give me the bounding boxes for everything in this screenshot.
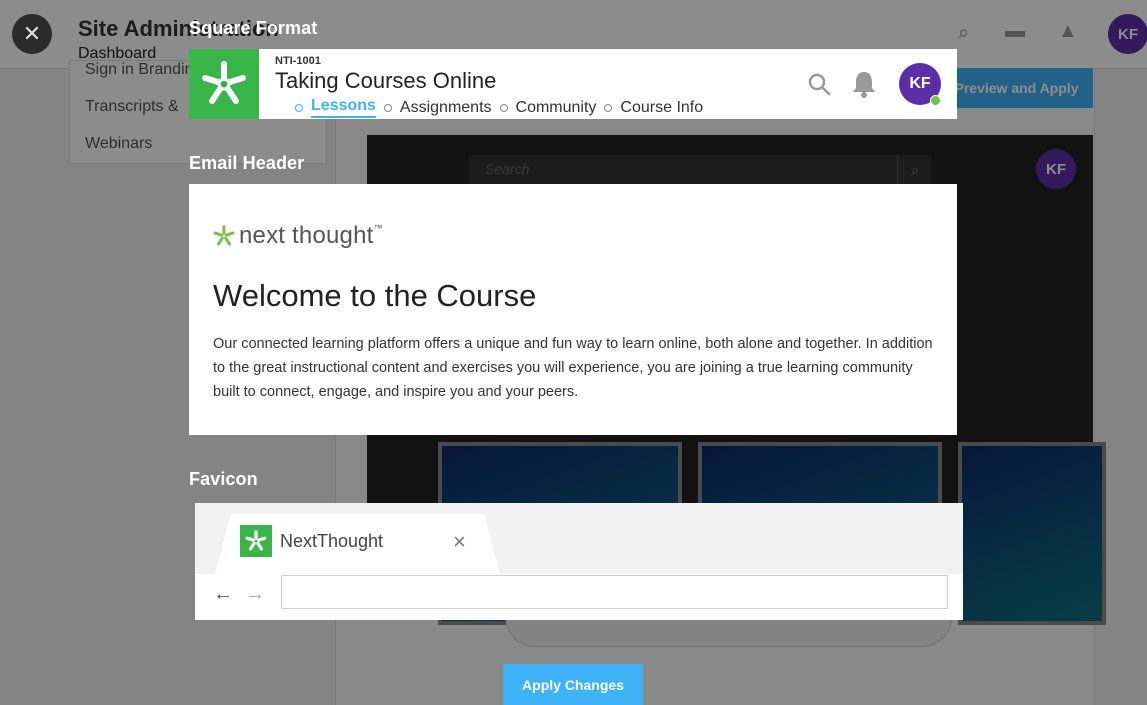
tab-assignments[interactable]: Assignments	[400, 99, 492, 117]
favicon-label: Favicon	[189, 469, 258, 489]
tab-course-info[interactable]: Course Info	[620, 99, 703, 117]
address-bar	[281, 575, 948, 609]
course-title: Taking Courses Online	[275, 68, 497, 93]
asterisk-logo-icon	[213, 225, 235, 246]
square-format-label: Square Format	[189, 18, 318, 38]
online-status-dot	[930, 95, 941, 106]
course-code: NTI-1001	[275, 55, 321, 67]
favicon-image	[240, 525, 272, 557]
trademark-mark: ™	[373, 223, 383, 233]
search-icon[interactable]	[807, 72, 831, 96]
brand-logo-square	[189, 49, 259, 119]
tab-lessons[interactable]: Lessons	[311, 97, 376, 118]
email-body-text: Our connected learning platform offers a…	[213, 336, 933, 400]
apply-changes-button[interactable]: Apply Changes	[503, 664, 643, 705]
forward-arrow-icon: →	[245, 583, 265, 605]
email-logo-text: next thought	[239, 222, 374, 249]
asterisk-logo-icon	[245, 530, 267, 551]
back-arrow-icon: ←	[213, 583, 233, 605]
close-button[interactable]: ✕	[12, 14, 52, 54]
email-header-label: Email Header	[189, 153, 305, 173]
nav-bullet-icon	[499, 103, 508, 112]
email-logo: next thought ™	[213, 222, 383, 250]
nav-bullet-icon	[383, 103, 392, 112]
asterisk-logo-icon	[202, 61, 246, 104]
bell-icon[interactable]	[851, 70, 877, 98]
email-heading: Welcome to the Course	[213, 278, 537, 313]
close-icon: ✕	[22, 21, 42, 46]
tab-close-icon: ×	[453, 529, 466, 554]
nav-bullet-icon	[295, 103, 303, 112]
course-nav: Lessons Assignments Community Course Inf…	[295, 97, 703, 118]
tab-community[interactable]: Community	[516, 99, 597, 117]
nav-bullet-icon	[604, 103, 613, 112]
browser-tab-title: NextThought	[280, 531, 384, 551]
